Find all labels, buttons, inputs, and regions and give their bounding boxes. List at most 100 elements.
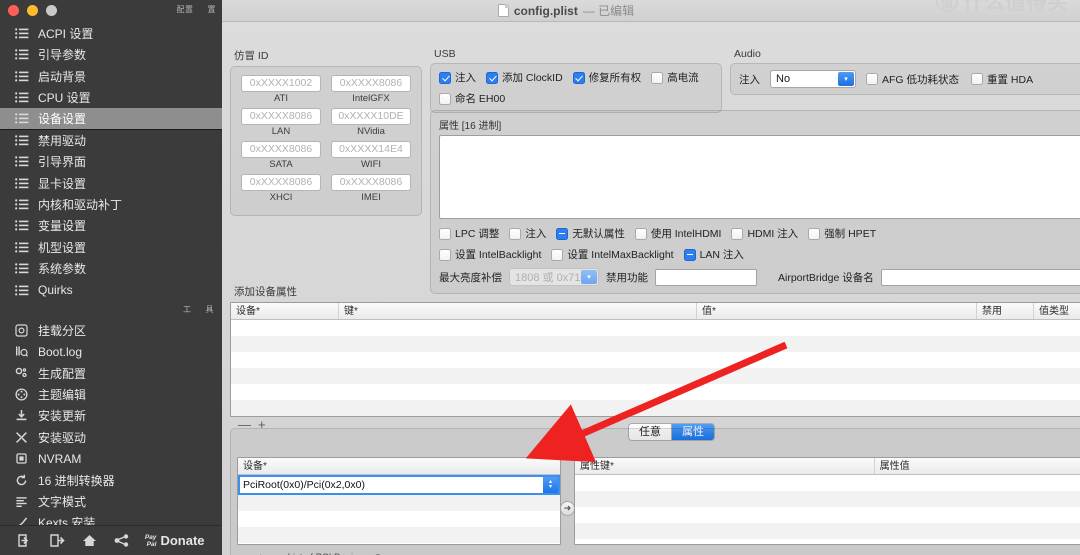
device-table-body[interactable]: PciRoot(0x0)/Pci(0x2,0x0) ▴ ▾ <box>238 475 560 544</box>
zoom-window-button[interactable] <box>46 4 57 16</box>
sidebar-item-0[interactable]: ACPI 设置 <box>0 23 222 44</box>
sidebar-tool-item-4[interactable]: 安装更新 <box>0 405 222 426</box>
table-row[interactable] <box>231 400 1080 416</box>
usb-checkbox-1[interactable]: 添加 ClockID <box>486 70 563 85</box>
property-row[interactable] <box>575 475 1080 491</box>
sidebar-tool-item-7[interactable]: 16 进制转换器 <box>0 469 222 490</box>
property-checkbox-r1-2[interactable]: 无默认属性 <box>556 226 625 241</box>
sidebar-item-11[interactable]: 系统参数 <box>0 258 222 279</box>
sidebar-item-8[interactable]: 内核和驱动补丁 <box>0 194 222 215</box>
table-row[interactable] <box>231 320 1080 336</box>
checkbox-icon[interactable] <box>509 227 522 240</box>
table-row[interactable] <box>231 336 1080 352</box>
property-checkbox-r2-0[interactable]: 设置 IntelBacklight <box>439 247 541 262</box>
minimize-window-button[interactable] <box>27 4 38 16</box>
add-device-properties-table[interactable]: 设备* 键* 值* 禁用 值类型 <box>230 302 1080 417</box>
audio-checkbox-0[interactable]: AFG 低功耗状态 <box>866 72 959 87</box>
device-table[interactable]: 设备* PciRoot(0x0)/Pci(0x2,0x0) ▴ ▾ <box>237 457 561 545</box>
sidebar-item-7[interactable]: 显卡设置 <box>0 172 222 193</box>
sidebar-item-9[interactable]: 变量设置 <box>0 215 222 236</box>
stepper-icon[interactable]: ▴ ▾ <box>543 477 558 493</box>
sidebar-tab-config[interactable]: 配置 <box>177 4 194 15</box>
sidebar-tool-item-1[interactable]: Boot.log <box>0 341 222 362</box>
property-column-header-0[interactable]: 属性键* <box>575 458 875 474</box>
table-body[interactable] <box>231 320 1080 416</box>
fake-id-input-2[interactable]: 0xXXXX8086 <box>241 108 321 125</box>
fake-id-input-0[interactable]: 0xXXXX1002 <box>241 75 321 92</box>
airport-bridge-input[interactable] <box>880 268 1080 286</box>
column-header-2[interactable]: 值* <box>697 303 977 319</box>
home-icon[interactable] <box>81 533 98 548</box>
properties-hex-textarea[interactable] <box>439 135 1080 219</box>
property-table[interactable]: 属性键*属性值值类型 <box>574 457 1080 545</box>
sidebar-item-3[interactable]: CPU 设置 <box>0 87 222 108</box>
usb-checkbox-3[interactable]: 高电流 <box>651 70 699 85</box>
fake-id-input-1[interactable]: 0xXXXX8086 <box>331 75 411 92</box>
checkbox-icon[interactable] <box>683 248 696 261</box>
window-traffic-lights[interactable] <box>8 4 57 16</box>
usb-checkbox-0[interactable]: 注入 <box>439 70 476 85</box>
checkbox-icon[interactable] <box>439 227 451 240</box>
column-header-1[interactable]: 键* <box>339 303 697 319</box>
import-icon[interactable] <box>17 533 34 548</box>
fake-id-input-5[interactable]: 0xXXXX14E4 <box>331 141 411 158</box>
sidebar-item-2[interactable]: 启动背景 <box>0 65 222 86</box>
property-row[interactable] <box>575 523 1080 539</box>
checkbox-icon[interactable] <box>971 73 984 85</box>
property-checkbox-r1-5[interactable]: 强制 HPET <box>808 226 876 241</box>
arrow-right-circle-icon[interactable]: ➜ <box>560 501 575 516</box>
property-column-header-1[interactable]: 属性值 <box>875 458 1080 474</box>
property-checkbox-r1-3[interactable]: 使用 IntelHDMI <box>634 226 721 241</box>
checkbox-icon[interactable] <box>731 227 744 240</box>
column-header-4[interactable]: 值类型 <box>1034 303 1080 319</box>
device-row[interactable] <box>238 511 560 527</box>
sidebar-tools-tab-1[interactable]: 工 <box>183 304 192 315</box>
property-checkbox-r2-1[interactable]: 设置 IntelMaxBacklight <box>551 247 674 262</box>
column-header-3[interactable]: 禁用 <box>977 303 1034 319</box>
sidebar-top-tabs[interactable]: 配置 置 <box>177 4 217 15</box>
sidebar-tools-tab-2[interactable]: 具 <box>206 304 215 315</box>
sidebar-item-5[interactable]: 禁用驱动 <box>0 130 222 151</box>
fake-id-input-6[interactable]: 0xXXXX8086 <box>241 174 321 191</box>
sidebar-tool-item-5[interactable]: 安装驱动 <box>0 427 222 448</box>
add-device-button[interactable]: + <box>257 550 265 555</box>
device-row[interactable] <box>238 543 560 544</box>
table-row[interactable] <box>231 368 1080 384</box>
sidebar-tools-tabs[interactable]: 工 具 <box>0 301 222 318</box>
checkbox-icon[interactable] <box>556 227 569 240</box>
sidebar-item-4[interactable]: 设备设置 <box>0 108 222 130</box>
property-row[interactable] <box>575 507 1080 523</box>
checkbox-icon[interactable] <box>651 71 664 84</box>
sidebar-tool-item-3[interactable]: 主题编辑 <box>0 384 222 405</box>
table-row[interactable] <box>231 352 1080 368</box>
property-checkbox-r2-2[interactable]: LAN 注入 <box>683 247 744 262</box>
audio-checkbox-1[interactable]: 重置 HDA <box>971 72 1033 87</box>
sidebar-item-12[interactable]: Quirks <box>0 279 222 300</box>
checkbox-icon[interactable] <box>439 248 451 261</box>
sidebar-item-1[interactable]: 引导参数 <box>0 44 222 65</box>
sidebar-item-6[interactable]: 引导界面 <box>0 151 222 172</box>
device-path-combobox[interactable]: PciRoot(0x0)/Pci(0x2,0x0) ▴ ▾ <box>238 475 560 495</box>
property-checkbox-r1-1[interactable]: 注入 <box>509 226 546 241</box>
property-row[interactable] <box>575 491 1080 507</box>
checkbox-icon[interactable] <box>439 71 451 84</box>
property-table-body[interactable] <box>575 475 1080 544</box>
disable-function-input[interactable] <box>655 268 757 286</box>
checkbox-icon[interactable] <box>866 73 878 85</box>
sidebar-tool-item-2[interactable]: 生成配置 <box>0 362 222 383</box>
table-row[interactable] <box>231 384 1080 400</box>
remove-device-button[interactable]: — <box>237 550 250 555</box>
fake-id-input-4[interactable]: 0xXXXX8086 <box>241 141 321 158</box>
export-icon[interactable] <box>49 533 66 548</box>
property-checkbox-r1-0[interactable]: LPC 调整 <box>439 226 499 241</box>
close-window-button[interactable] <box>8 4 19 16</box>
sidebar-tool-item-0[interactable]: 挂载分区 <box>0 320 222 341</box>
share-icon[interactable] <box>113 533 130 548</box>
fake-id-input-7[interactable]: 0xXXXX8086 <box>331 174 411 191</box>
checkbox-icon[interactable] <box>634 227 647 240</box>
checkbox-icon[interactable] <box>808 227 821 240</box>
checkbox-icon[interactable] <box>551 248 564 261</box>
sidebar-tool-item-8[interactable]: 文字模式 <box>0 491 222 512</box>
sidebar-tool-item-6[interactable]: NVRAM <box>0 448 222 469</box>
fake-id-input-3[interactable]: 0xXXXX10DE <box>331 108 411 125</box>
